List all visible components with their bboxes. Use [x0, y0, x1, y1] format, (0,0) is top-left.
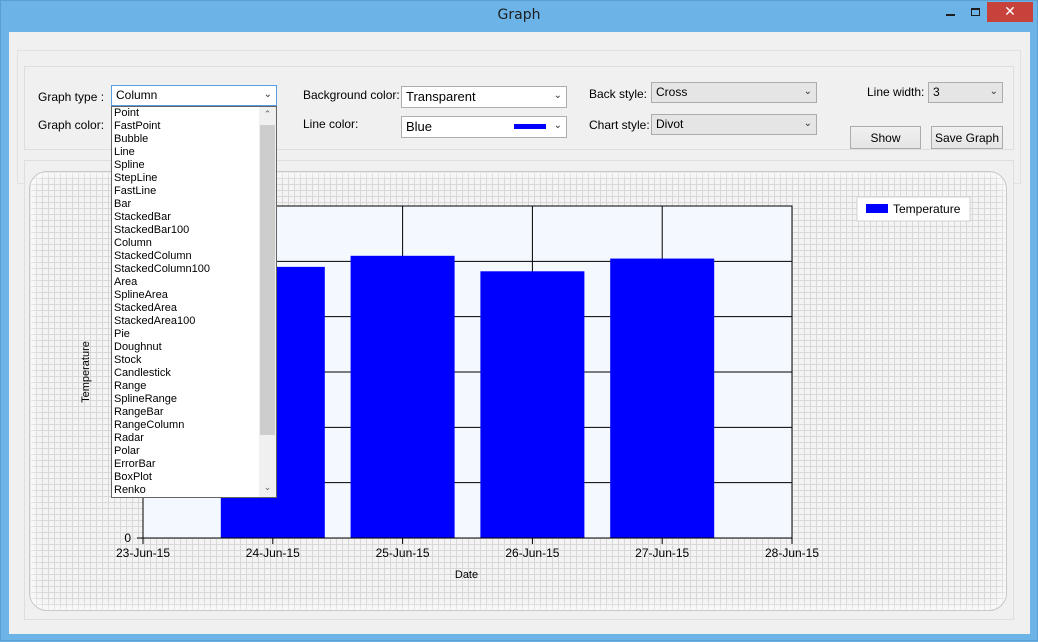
graph-type-option[interactable]: Bar — [112, 198, 276, 211]
graph-type-option[interactable]: Polar — [112, 445, 276, 458]
graph-type-option[interactable]: Range — [112, 380, 276, 393]
graph-type-option[interactable]: SplineRange — [112, 393, 276, 406]
x-tick-label: 25-Jun-15 — [376, 546, 430, 560]
graph-type-option[interactable]: Line — [112, 146, 276, 159]
y-tick-label: 0 — [124, 531, 131, 545]
graph-type-option[interactable]: StepLine — [112, 172, 276, 185]
graph-type-option[interactable]: StackedColumn100 — [112, 263, 276, 276]
graph-type-option[interactable]: Point — [112, 107, 276, 120]
graph-type-option[interactable]: FastPoint — [112, 120, 276, 133]
graph-type-option[interactable]: Pie — [112, 328, 276, 341]
graph-type-option[interactable]: SplineArea — [112, 289, 276, 302]
dropdown-scrollbar[interactable]: ⌃ ⌄ — [259, 107, 276, 497]
graph-type-option[interactable]: Radar — [112, 432, 276, 445]
x-tick-label: 24-Jun-15 — [246, 546, 300, 560]
graph-type-option[interactable]: BoxPlot — [112, 471, 276, 484]
graph-type-option[interactable]: Bubble — [112, 133, 276, 146]
graph-type-option[interactable]: Column — [112, 237, 276, 250]
y-axis-title: Temperature — [80, 341, 92, 403]
graph-type-option[interactable]: RangeColumn — [112, 419, 276, 432]
graph-type-option[interactable]: StackedBar100 — [112, 224, 276, 237]
x-axis-title: Date — [455, 569, 478, 581]
bar-27-Jun-15 — [610, 258, 715, 538]
x-tick-label: 27-Jun-15 — [635, 546, 689, 560]
graph-window: Graph ✕ Graph type : Column ⌄ Graph colo… — [0, 0, 1038, 641]
graph-type-option[interactable]: Candlestick — [112, 367, 276, 380]
graph-type-option[interactable]: StackedBar — [112, 211, 276, 224]
graph-type-option-list: Point FastPoint Bubble Line Spline StepLine Fa… — [112, 107, 276, 497]
graph-type-option[interactable]: Doughnut — [112, 341, 276, 354]
scroll-up-icon[interactable]: ⌃ — [259, 107, 276, 124]
bar-25-Jun-15 — [350, 255, 455, 539]
legend-swatch — [866, 204, 888, 213]
graph-type-option[interactable]: FastLine — [112, 185, 276, 198]
graph-type-dropdown[interactable]: Point FastPoint Bubble Line Spline StepLine Fa… — [111, 106, 277, 498]
graph-type-option[interactable]: Spline — [112, 159, 276, 172]
graph-type-option[interactable]: Area — [112, 276, 276, 289]
graph-type-option[interactable]: StackedColumn — [112, 250, 276, 263]
graph-type-option[interactable]: ErrorBar — [112, 458, 276, 471]
legend-label: Temperature — [893, 202, 961, 216]
graph-type-option[interactable]: StackedArea100 — [112, 315, 276, 328]
scroll-down-icon[interactable]: ⌄ — [259, 480, 276, 497]
graph-type-option[interactable]: Renko — [112, 484, 276, 497]
scroll-thumb[interactable] — [260, 125, 275, 435]
x-tick-label: 28-Jun-15 — [765, 546, 819, 560]
graph-type-option[interactable]: Stock — [112, 354, 276, 367]
bar-26-Jun-15 — [480, 271, 585, 538]
graph-type-option[interactable]: StackedArea — [112, 302, 276, 315]
x-tick-label: 26-Jun-15 — [505, 546, 559, 560]
x-tick-label: 23-Jun-15 — [116, 546, 170, 560]
graph-type-option[interactable]: RangeBar — [112, 406, 276, 419]
